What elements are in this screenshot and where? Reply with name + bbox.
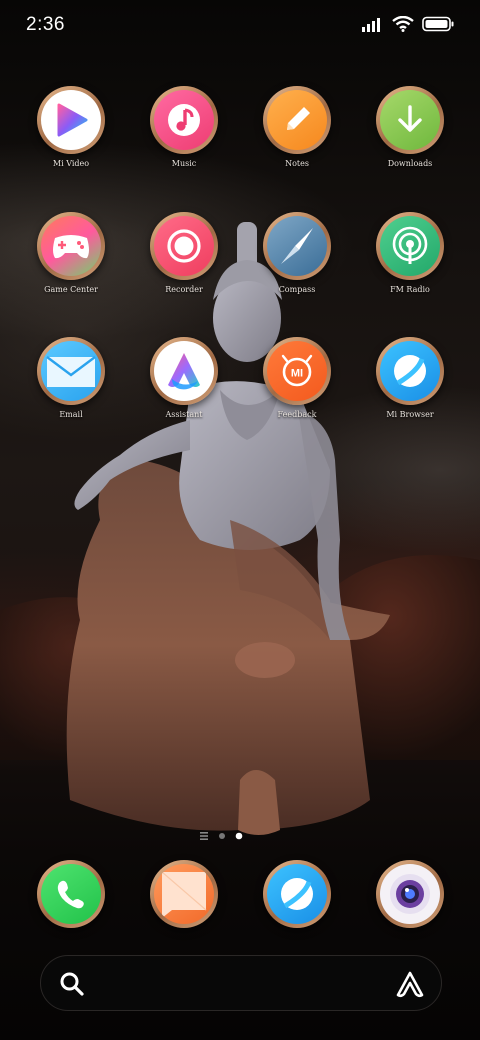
browser-globe-icon — [394, 355, 426, 387]
app-label: Compass — [278, 285, 316, 294]
search-icon[interactable] — [59, 971, 85, 997]
assistant-logo-icon — [168, 353, 200, 390]
list-icon — [200, 832, 208, 840]
dock-browser[interactable] — [242, 860, 352, 960]
message-icon — [161, 871, 207, 918]
app-email[interactable]: Email — [16, 337, 126, 437]
page-dot — [219, 833, 225, 839]
phone-handset-icon — [57, 880, 84, 909]
app-label: Notes — [285, 159, 309, 168]
app-compass[interactable]: Compass — [242, 212, 352, 312]
app-label: FM Radio — [390, 285, 430, 294]
download-arrow-icon — [398, 105, 422, 132]
dock-messaging[interactable] — [129, 860, 239, 960]
app-music[interactable]: Music — [129, 86, 239, 186]
battery-icon — [422, 16, 454, 32]
status-icons — [362, 16, 454, 32]
app-recorder[interactable]: Recorder — [129, 212, 239, 312]
app-game-center[interactable]: Game Center — [16, 212, 126, 312]
app-label: Assistant — [165, 410, 203, 419]
envelope-icon — [46, 356, 96, 387]
status-bar: 2:36 — [0, 0, 480, 52]
app-label: Game Center — [44, 285, 98, 294]
app-feedback[interactable]: MI Feedback — [242, 337, 352, 437]
camera-lens-icon — [390, 874, 430, 914]
app-mi-browser[interactable]: Mi Browser — [355, 337, 465, 437]
app-label: Feedback — [277, 410, 317, 419]
app-mi-video[interactable]: Mi Video — [16, 86, 126, 186]
radio-waves-icon — [392, 226, 428, 264]
clock: 2:36 — [26, 14, 65, 35]
browser-globe-icon — [281, 878, 313, 910]
page-dot-active — [235, 832, 243, 840]
app-label: Music — [171, 159, 197, 168]
app-label: Mi Browser — [386, 410, 434, 419]
app-label: Email — [59, 410, 83, 419]
record-icon — [167, 229, 201, 263]
search-bar[interactable] — [40, 955, 442, 1011]
music-note-icon — [168, 104, 200, 136]
app-fm-radio[interactable]: FM Radio — [355, 212, 465, 312]
app-label: Recorder — [165, 285, 203, 294]
app-downloads[interactable]: Downloads — [355, 86, 465, 186]
play-icon — [57, 103, 88, 137]
page-indicator[interactable] — [198, 829, 248, 841]
mi-logo-text: MI — [291, 368, 303, 380]
app-assistant[interactable]: Assistant — [129, 337, 239, 437]
app-label: Mi Video — [52, 159, 90, 168]
pencil-icon — [287, 107, 310, 130]
app-notes[interactable]: Notes — [242, 86, 352, 186]
mi-logo-icon: MI — [281, 354, 313, 387]
dock-camera[interactable] — [355, 860, 465, 960]
gamepad-icon — [53, 235, 89, 259]
assistant-icon[interactable] — [395, 970, 425, 998]
app-label: Downloads — [387, 159, 433, 168]
compass-needle-icon — [281, 228, 313, 264]
dock-phone[interactable] — [16, 860, 126, 960]
wifi-icon — [392, 16, 414, 32]
signal-icon — [362, 18, 380, 32]
